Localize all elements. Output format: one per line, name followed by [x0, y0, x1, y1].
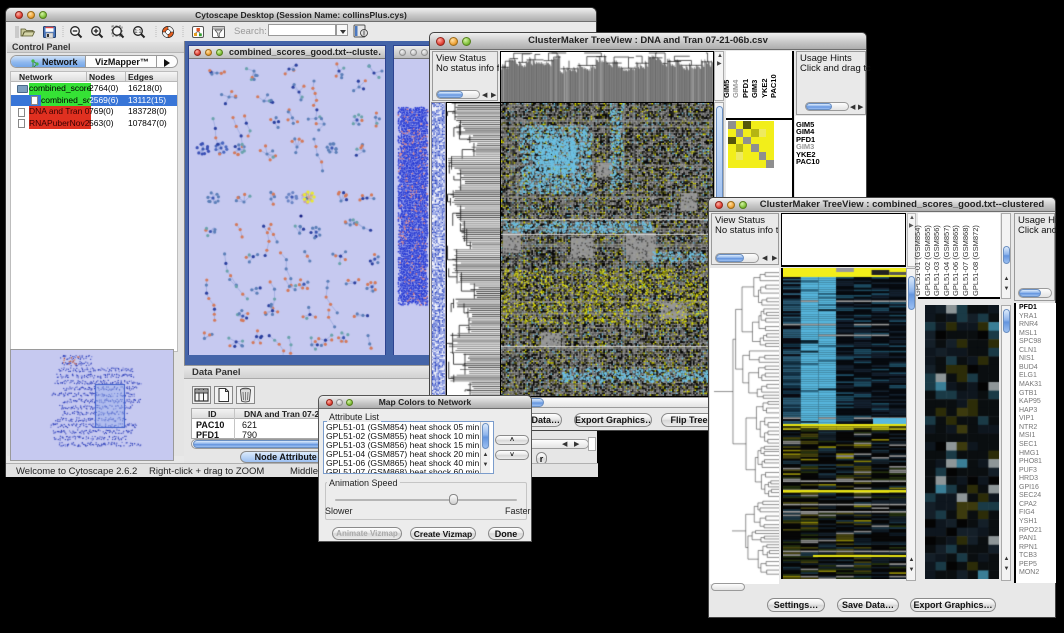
svg-text:1:1: 1:1	[135, 29, 142, 35]
